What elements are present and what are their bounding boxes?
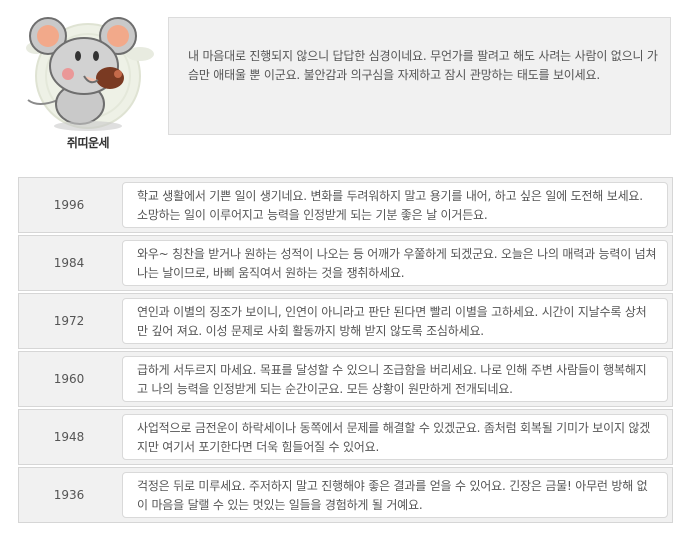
fortune-text-box: 걱정은 뒤로 미루세요. 주저하지 말고 진행해야 좋은 결과를 얻을 수 있어… xyxy=(122,472,668,518)
birth-year: 1936 xyxy=(53,488,85,502)
fortune-row: 1984 와우~ 칭찬을 받거나 원하는 성적이 나오는 등 어깨가 우쭐하게 … xyxy=(18,235,673,291)
fortune-row: 1996 학교 생활에서 기쁜 일이 생기네요. 변화를 두려워하지 말고 용기… xyxy=(18,177,673,233)
birth-year: 1996 xyxy=(53,198,85,212)
fortune-row: 1948 사업적으로 금전운이 하락세이나 동쪽에서 문제를 해결할 수 있겠군… xyxy=(18,409,673,465)
summary-text: 내 마음대로 진행되지 않으니 답답한 심경이네요. 무언가를 팔려고 해도 사… xyxy=(188,49,658,82)
fortune-text: 학교 생활에서 기쁜 일이 생기네요. 변화를 두려워하지 말고 용기를 내어,… xyxy=(137,189,643,222)
fortune-text-box: 급하게 서두르지 마세요. 목표를 달성할 수 있으니 조급함을 버리세요. 나… xyxy=(122,356,668,402)
mascot: 쥐띠운세 xyxy=(18,8,158,158)
birth-year: 1972 xyxy=(53,314,85,328)
fortune-text: 걱정은 뒤로 미루세요. 주저하지 말고 진행해야 좋은 결과를 얻을 수 있어… xyxy=(137,479,648,512)
fortune-row: 1960 급하게 서두르지 마세요. 목표를 달성할 수 있으니 조급함을 버리… xyxy=(18,351,673,407)
fortune-text: 연인과 이별의 징조가 보이니, 인연이 아니라고 판단 된다면 빨리 이별을 … xyxy=(137,305,647,338)
fortune-header: 쥐띠운세 내 마음대로 진행되지 않으니 답답한 심경이네요. 무언가를 팔려고… xyxy=(0,0,680,160)
rat-mascot-icon xyxy=(26,17,154,131)
birth-year: 1960 xyxy=(53,372,85,386)
birth-year: 1948 xyxy=(53,430,85,444)
fortune-text: 와우~ 칭찬을 받거나 원하는 성적이 나오는 등 어깨가 우쭐하게 되겠군요.… xyxy=(137,247,657,280)
mascot-label: 쥐띠운세 xyxy=(66,136,110,150)
summary-box: 내 마음대로 진행되지 않으니 답답한 심경이네요. 무언가를 팔려고 해도 사… xyxy=(168,17,671,135)
year-fortune-list: 1996 학교 생활에서 기쁜 일이 생기네요. 변화를 두려워하지 말고 용기… xyxy=(18,177,673,525)
fortune-text: 급하게 서두르지 마세요. 목표를 달성할 수 있으니 조급함을 버리세요. 나… xyxy=(137,363,647,396)
fortune-text-box: 와우~ 칭찬을 받거나 원하는 성적이 나오는 등 어깨가 우쭐하게 되겠군요.… xyxy=(122,240,668,286)
fortune-row: 1972 연인과 이별의 징조가 보이니, 인연이 아니라고 판단 된다면 빨리… xyxy=(18,293,673,349)
fortune-row: 1936 걱정은 뒤로 미루세요. 주저하지 말고 진행해야 좋은 결과를 얻을… xyxy=(18,467,673,523)
birth-year: 1984 xyxy=(53,256,85,270)
fortune-text-box: 학교 생활에서 기쁜 일이 생기네요. 변화를 두려워하지 말고 용기를 내어,… xyxy=(122,182,668,228)
fortune-text: 사업적으로 금전운이 하락세이나 동쪽에서 문제를 해결할 수 있겠군요. 좀처… xyxy=(137,421,651,454)
fortune-text-box: 사업적으로 금전운이 하락세이나 동쪽에서 문제를 해결할 수 있겠군요. 좀처… xyxy=(122,414,668,460)
fortune-text-box: 연인과 이별의 징조가 보이니, 인연이 아니라고 판단 된다면 빨리 이별을 … xyxy=(122,298,668,344)
